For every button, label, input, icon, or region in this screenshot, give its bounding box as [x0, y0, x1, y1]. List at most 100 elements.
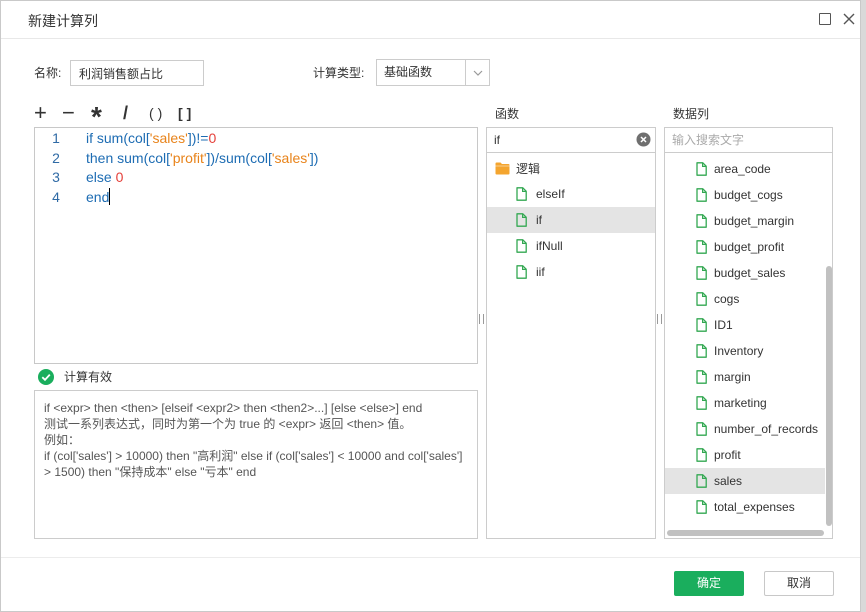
horizontal-scrollbar[interactable]	[667, 530, 824, 536]
dialog-title: 新建计算列	[28, 13, 98, 29]
file-icon	[696, 500, 707, 514]
code-line[interactable]: end	[86, 187, 318, 208]
column-item[interactable]: sales	[665, 468, 825, 494]
help-example-label: 例如：	[44, 433, 81, 447]
code-token: then sum(col[	[86, 149, 171, 166]
operator-parentheses-button[interactable]: ()	[149, 101, 166, 125]
column-item-label: profit	[714, 448, 741, 462]
file-icon	[696, 292, 707, 306]
column-item[interactable]: total_expenses	[665, 494, 825, 520]
operator-brackets-button[interactable]: []	[178, 101, 195, 125]
code-string: 'sales'	[271, 149, 310, 166]
vertical-scrollbar[interactable]	[826, 266, 832, 526]
function-item[interactable]: elseIf	[487, 181, 655, 207]
column-item-label: budget_sales	[714, 266, 786, 280]
column-item-label: Inventory	[714, 344, 764, 358]
file-icon	[696, 266, 707, 280]
text-cursor	[109, 187, 111, 205]
file-icon	[696, 214, 707, 228]
file-icon	[516, 239, 527, 253]
column-item[interactable]: budget_margin	[665, 208, 825, 234]
name-input[interactable]	[70, 60, 204, 86]
function-list[interactable]: 逻辑 elseIf if ifNull iif	[486, 152, 656, 539]
file-icon	[696, 344, 707, 358]
line-number-gutter: 1 2 3 4	[35, 129, 77, 207]
line-number: 2	[52, 149, 60, 166]
function-search[interactable]	[486, 127, 656, 153]
calc-type-value: 基础函数	[384, 65, 433, 79]
calc-type-select[interactable]: 基础函数	[376, 59, 490, 86]
file-icon	[696, 448, 707, 462]
column-item-label: budget_cogs	[714, 188, 783, 202]
code-line[interactable]: else 0	[86, 168, 318, 188]
chevron-down-icon[interactable]	[465, 60, 489, 85]
operator-divide-button[interactable]: /	[123, 101, 128, 125]
code-string: 'profit'	[170, 149, 207, 166]
column-item-label: budget_margin	[714, 214, 795, 228]
column-item-label: area_code	[714, 162, 771, 176]
code-line[interactable]: if sum(col['sales'])!=0	[86, 129, 318, 149]
validation-status: 计算有效	[64, 370, 113, 384]
splitter-handle[interactable]	[479, 314, 484, 324]
column-item[interactable]: cogs	[665, 286, 825, 312]
help-syntax: if <expr> then <then> [elseif <expr2> th…	[44, 401, 423, 415]
column-item[interactable]: ID1	[665, 312, 825, 338]
maximize-icon[interactable]	[819, 13, 831, 25]
new-calculated-column-dialog: 新建计算列 名称: 计算类型: 基础函数 + − * / () [] 1 2 3…	[0, 0, 861, 612]
column-item-label: total_expenses	[714, 500, 795, 514]
file-icon	[696, 396, 707, 410]
column-item-label: budget_profit	[714, 240, 785, 254]
column-item[interactable]: budget_profit	[665, 234, 825, 260]
column-item-label: margin	[714, 370, 751, 384]
column-item-label: sales	[714, 474, 743, 488]
function-item[interactable]: ifNull	[487, 233, 655, 259]
splitter-handle[interactable]	[657, 314, 662, 324]
title-divider	[1, 38, 860, 39]
column-item[interactable]: area_code	[665, 156, 825, 182]
operator-multiply-button[interactable]: *	[91, 103, 102, 131]
function-group-label: 逻辑	[516, 161, 541, 176]
functions-label: 函数	[495, 107, 520, 121]
code-token: ])	[309, 149, 319, 166]
close-icon[interactable]	[843, 13, 855, 25]
code-number: 0	[115, 169, 124, 185]
column-search[interactable]	[664, 127, 833, 153]
column-item[interactable]: marketing	[665, 390, 825, 416]
function-group-logic[interactable]: 逻辑	[487, 155, 655, 181]
file-icon	[516, 187, 527, 201]
folder-icon	[495, 162, 510, 175]
operator-minus-button[interactable]: −	[62, 101, 75, 125]
function-item[interactable]: iif	[487, 259, 655, 285]
column-item[interactable]: number_of_records	[665, 416, 825, 442]
column-item[interactable]: Inventory	[665, 338, 825, 364]
operator-plus-button[interactable]: +	[34, 101, 47, 125]
column-search-input[interactable]	[665, 128, 832, 152]
column-item-label: marketing	[714, 396, 767, 410]
column-item[interactable]: budget_cogs	[665, 182, 825, 208]
column-item[interactable]: profit	[665, 442, 825, 468]
function-item[interactable]: if	[487, 207, 655, 233]
column-item[interactable]: margin	[665, 364, 825, 390]
cancel-button[interactable]: 取消	[764, 571, 834, 596]
confirm-button[interactable]: 确定	[674, 571, 744, 596]
function-help: if <expr> then <then> [elseif <expr2> th…	[34, 390, 478, 539]
check-circle-icon	[38, 369, 54, 385]
column-item[interactable]: budget_sales	[665, 260, 825, 286]
name-label: 名称:	[34, 66, 62, 80]
file-icon	[696, 474, 707, 488]
column-list[interactable]: area_code budget_cogs budget_margin budg…	[664, 152, 833, 539]
column-item-label: number_of_records	[714, 422, 819, 436]
clear-search-icon[interactable]	[636, 132, 651, 147]
code-token: ])!=	[187, 130, 209, 146]
function-search-input[interactable]	[487, 128, 655, 152]
file-icon	[516, 265, 527, 279]
function-item-label: elseIf	[536, 187, 565, 201]
code-token: ])/sum(col[	[206, 149, 272, 166]
code-number: 0	[208, 130, 217, 146]
code-area[interactable]: if sum(col['sales'])!=0 then sum(col['pr…	[86, 129, 318, 207]
code-line[interactable]: then sum(col['profit'])/sum(col['sales']…	[86, 149, 318, 169]
file-icon	[696, 188, 707, 202]
expression-editor[interactable]: 1 2 3 4 if sum(col['sales'])!=0 then sum…	[34, 127, 478, 364]
column-item-label: cogs	[714, 292, 740, 306]
file-icon	[696, 318, 707, 332]
